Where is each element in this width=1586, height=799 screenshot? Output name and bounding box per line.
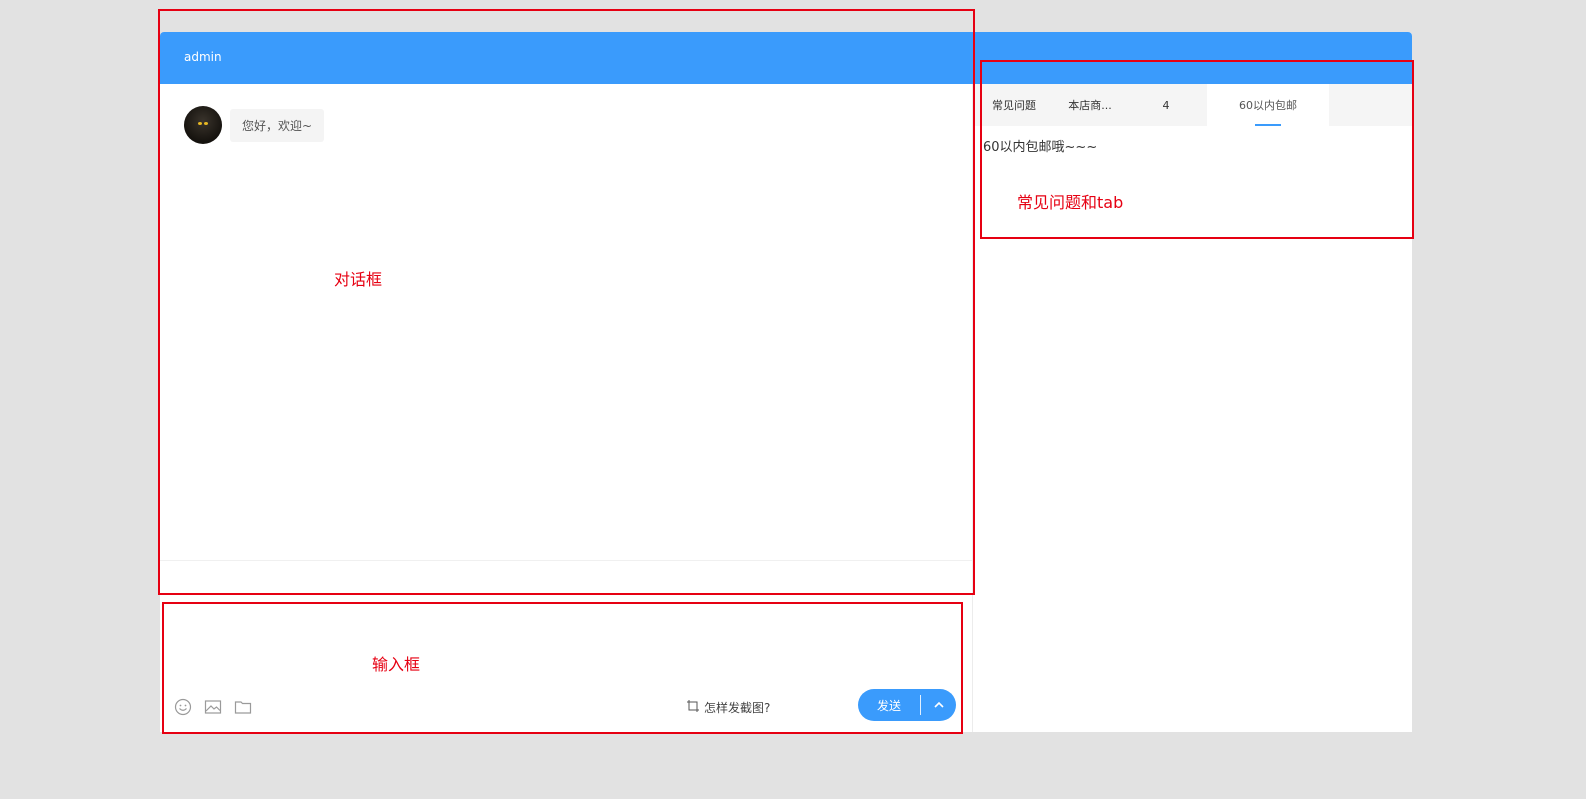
smile-icon[interactable]: [174, 698, 192, 716]
folder-icon[interactable]: [234, 698, 252, 716]
message-row: 您好，欢迎~: [184, 106, 325, 144]
cat-avatar: [184, 106, 222, 144]
send-button[interactable]: 发送: [858, 689, 920, 721]
avatar-eye-left: [198, 122, 202, 125]
window-title: admin: [184, 50, 222, 64]
chevron-up-icon: [933, 698, 944, 712]
tab-common-questions[interactable]: 常见问题: [973, 84, 1055, 126]
faq-tabs: 常见问题 本店商... 4 60以内包邮: [973, 84, 1412, 126]
chat-window: admin 您好，欢迎~ 怎样发截图? 发送 常见问题 本店商... 4 60以…: [160, 32, 1412, 732]
crop-icon: [686, 699, 700, 716]
tab-label: 4: [1162, 98, 1170, 112]
tab-label: 60以内包邮: [1239, 99, 1297, 112]
tab-store-products[interactable]: 本店商...: [1055, 84, 1125, 126]
screenshot-hint[interactable]: 怎样发截图?: [686, 699, 770, 716]
avatar-eye-right: [204, 122, 208, 125]
chat-area: 您好，欢迎~ 怎样发截图? 发送: [160, 84, 972, 732]
message-list[interactable]: 您好，欢迎~: [160, 84, 972, 560]
tab-free-shipping[interactable]: 60以内包邮: [1207, 84, 1329, 126]
message-input[interactable]: [172, 600, 962, 684]
tab-label: 常见问题: [992, 99, 1036, 112]
faq-panel: 常见问题 本店商... 4 60以内包邮 60以内包邮哦~~~: [972, 84, 1412, 732]
tab-4[interactable]: 4: [1125, 84, 1207, 126]
screenshot-hint-text: 怎样发截图?: [704, 701, 771, 715]
image-icon[interactable]: [204, 698, 222, 716]
input-area: 怎样发截图? 发送: [160, 600, 972, 732]
input-toolbar: [174, 698, 252, 716]
send-options-button[interactable]: [921, 689, 956, 721]
message-bubble: 您好，欢迎~: [230, 108, 325, 142]
send-button-group: 发送: [858, 689, 956, 721]
divider: [160, 560, 972, 561]
faq-answer: 60以内包邮哦~~~: [983, 140, 1098, 155]
top-bar: admin: [160, 32, 1412, 84]
tab-label: 本店商...: [1068, 99, 1112, 112]
